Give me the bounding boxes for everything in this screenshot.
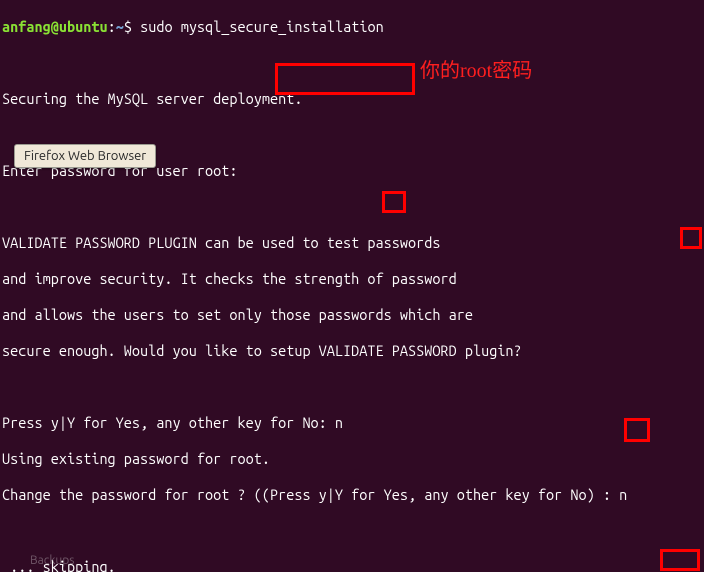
prompt-colon: : xyxy=(108,18,116,35)
prompt-path: ~ xyxy=(116,18,124,35)
prompt-change-root-pw: Change the password for root ? ((Press y… xyxy=(2,486,702,504)
blank-line xyxy=(2,522,702,540)
prompt-line: anfang@ubuntu:~$ sudo mysql_secure_insta… xyxy=(2,18,702,36)
output-line: ... skipping. xyxy=(2,558,702,572)
blank-line xyxy=(2,198,702,216)
output-line: and allows the users to set only those p… xyxy=(2,306,702,324)
blank-line xyxy=(2,378,702,396)
blank-line xyxy=(2,54,702,72)
prompt-at: @ xyxy=(51,18,59,35)
output-line: Securing the MySQL server deployment. xyxy=(2,90,702,108)
prompt-text: Press y|Y for Yes, any other key for No: xyxy=(2,414,335,431)
prompt-text: Change the password for root ? ((Press y… xyxy=(2,486,619,503)
desktop-label-backups: Backups xyxy=(30,552,75,570)
prompt-validate-plugin: Press y|Y for Yes, any other key for No:… xyxy=(2,414,702,432)
prompt-dollar: $ xyxy=(124,18,140,35)
prompt-host: ubuntu xyxy=(59,18,108,35)
blank-line xyxy=(2,126,702,144)
tooltip-firefox: Firefox Web Browser xyxy=(14,144,156,168)
output-line: Using existing password for root. xyxy=(2,450,702,468)
output-line: secure enough. Would you like to setup V… xyxy=(2,342,702,360)
output-line: and improve security. It checks the stre… xyxy=(2,270,702,288)
user-input[interactable]: n xyxy=(619,486,627,503)
output-line: VALIDATE PASSWORD PLUGIN can be used to … xyxy=(2,234,702,252)
command-text: sudo mysql_secure_installation xyxy=(140,18,384,35)
user-input[interactable]: n xyxy=(335,414,343,431)
terminal-window[interactable]: anfang@ubuntu:~$ sudo mysql_secure_insta… xyxy=(0,0,704,572)
prompt-user: anfang xyxy=(2,18,51,35)
